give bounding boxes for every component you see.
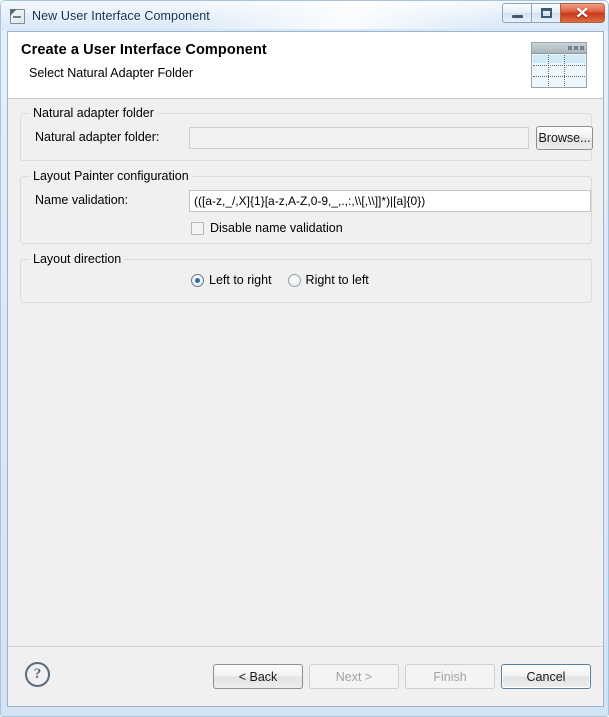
page-title: Create a User Interface Component	[21, 42, 267, 58]
disable-name-validation-label: Disable name validation	[210, 221, 343, 235]
close-button[interactable]: ✕	[560, 3, 605, 23]
radio-right-to-left-dot[interactable]	[287, 273, 301, 287]
group-legend-layout-direction: Layout direction	[30, 252, 125, 266]
group-legend-adapter-folder: Natural adapter folder	[30, 106, 157, 120]
close-icon: ✕	[575, 4, 590, 22]
layout-direction-radio-group: Left to right Right to left	[191, 273, 385, 287]
label-natural-adapter-folder: Natural adapter folder:	[35, 130, 160, 144]
radio-left-to-right-dot[interactable]	[191, 273, 204, 287]
disable-name-validation-row[interactable]: Disable name validation	[191, 221, 343, 235]
name-validation-input[interactable]	[189, 190, 591, 212]
layout-window-icon	[531, 42, 587, 88]
maximize-icon	[540, 8, 552, 18]
disable-name-validation-checkbox[interactable]	[191, 221, 204, 235]
dialog-window: New User Interface Component ✕ Create a …	[0, 0, 609, 717]
titlebar[interactable]: New User Interface Component ✕	[1, 1, 609, 31]
wizard-window-icon	[9, 8, 25, 24]
radio-right-to-left-label: Right to left	[305, 273, 369, 287]
group-layout-direction: Layout direction Left to right Right to …	[20, 252, 592, 303]
minimize-icon	[511, 15, 523, 18]
group-legend-layout-painter: Layout Painter configuration	[30, 169, 192, 183]
back-button[interactable]: < Back	[213, 664, 303, 689]
browse-button[interactable]: Browse...	[536, 126, 593, 150]
minimize-button[interactable]	[502, 3, 531, 23]
next-button: Next >	[309, 664, 399, 689]
group-natural-adapter-folder: Natural adapter folder Natural adapter f…	[20, 106, 593, 161]
maximize-button[interactable]	[531, 3, 560, 23]
radio-right-to-left[interactable]: Right to left	[287, 273, 369, 287]
natural-adapter-folder-input[interactable]	[189, 127, 529, 149]
window-title: New User Interface Component	[32, 9, 210, 23]
radio-left-to-right-label: Left to right	[209, 273, 272, 287]
window-controls: ✕	[502, 3, 605, 24]
label-name-validation: Name validation:	[35, 193, 129, 207]
cancel-button[interactable]: Cancel	[501, 664, 591, 689]
finish-button: Finish	[405, 664, 495, 689]
page-subtitle: Select Natural Adapter Folder	[29, 66, 193, 80]
help-icon[interactable]: ?	[25, 662, 50, 687]
dialog-body: Create a User Interface Component Select…	[7, 31, 604, 707]
wizard-content: Natural adapter folder Natural adapter f…	[8, 99, 603, 646]
dialog-button-bar: ? < Back Next > Finish Cancel	[8, 646, 603, 706]
wizard-header: Create a User Interface Component Select…	[8, 32, 603, 99]
radio-left-to-right[interactable]: Left to right	[191, 273, 272, 287]
group-layout-painter-configuration: Layout Painter configuration Name valida…	[20, 169, 592, 244]
